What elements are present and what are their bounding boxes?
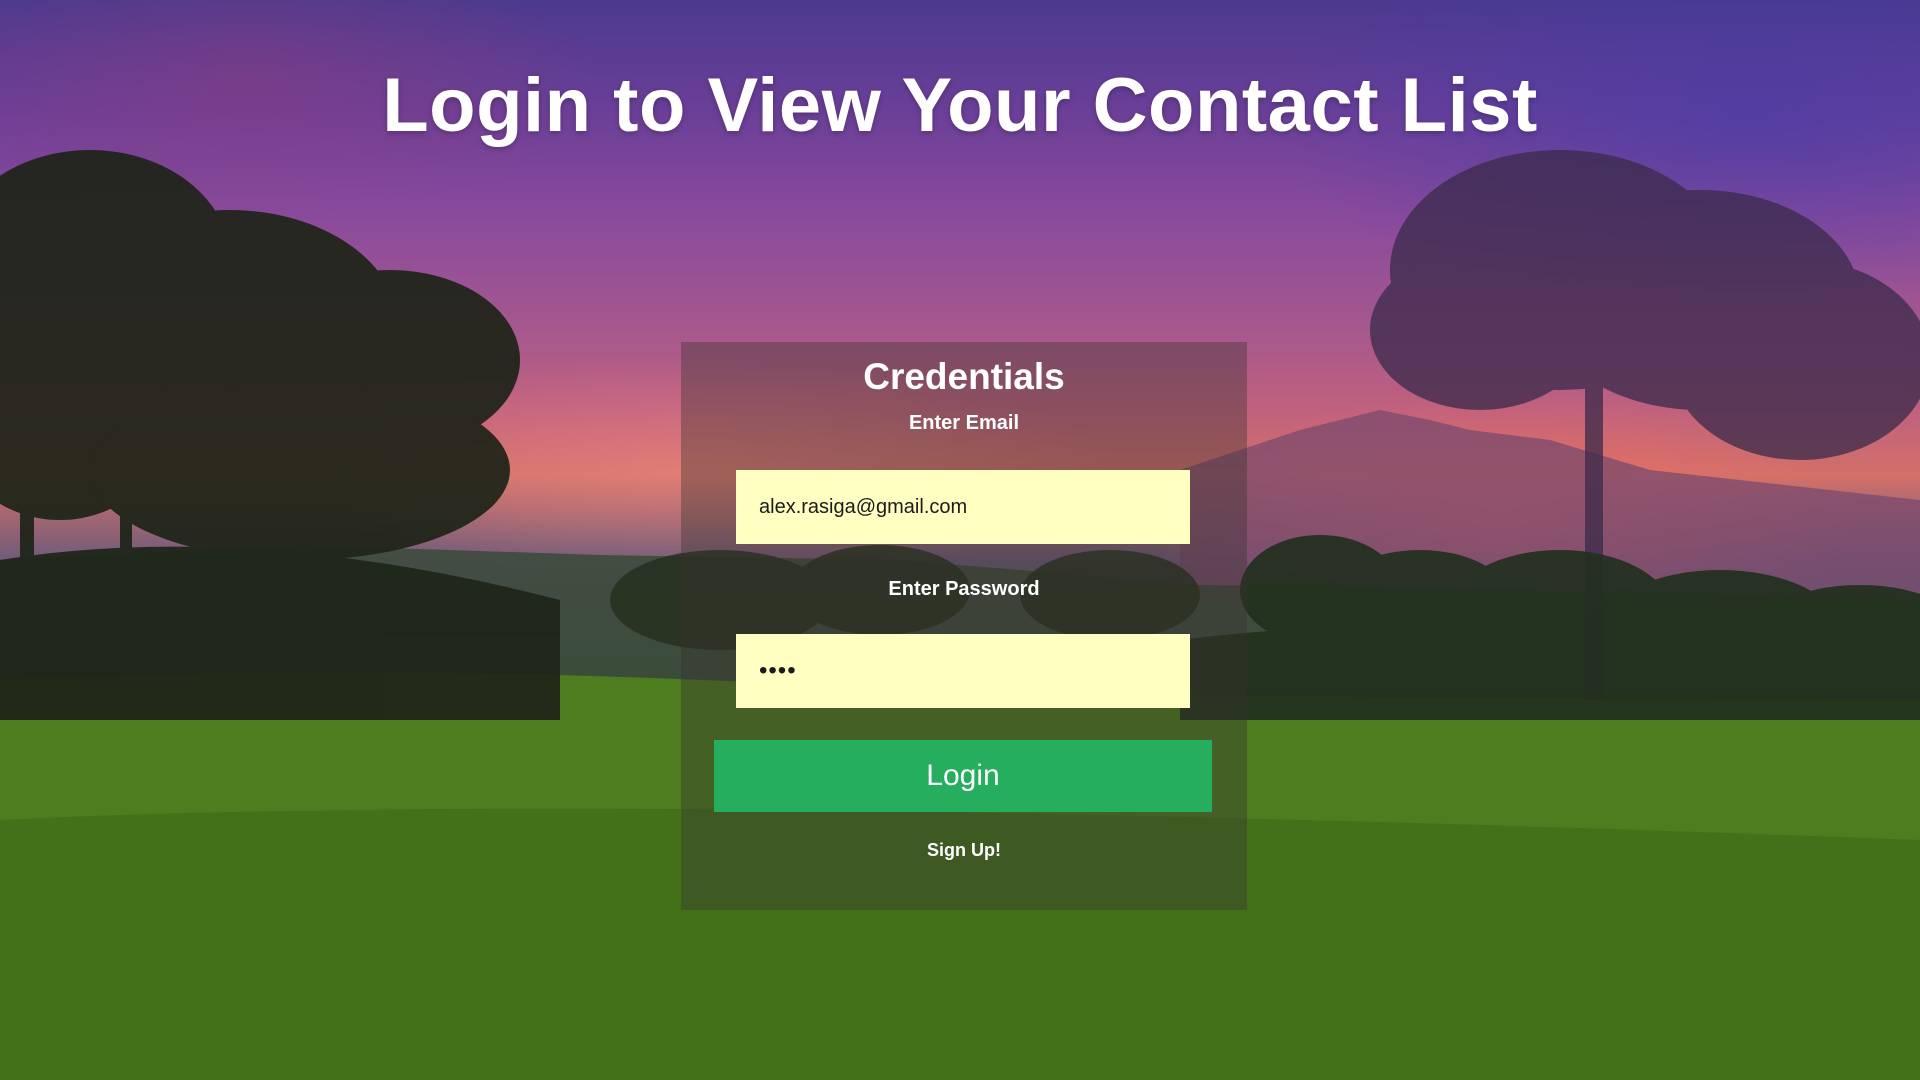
password-field[interactable] — [736, 634, 1190, 708]
page-title: Login to View Your Contact List — [382, 63, 1538, 148]
email-label: Enter Email — [908, 412, 1020, 434]
background-landscape-image: Login to View Your Contact List Credenti… — [0, 0, 1920, 1080]
login-form-panel: Credentials Enter Email Enter Password L… — [681, 342, 1247, 910]
left-trees — [0, 150, 560, 720]
credentials-heading: Credentials — [863, 356, 1065, 397]
login-button[interactable]: Login — [714, 740, 1212, 812]
password-label: Enter Password — [888, 578, 1040, 600]
signup-link[interactable]: Sign Up! — [681, 840, 1247, 861]
email-field[interactable] — [736, 470, 1190, 544]
